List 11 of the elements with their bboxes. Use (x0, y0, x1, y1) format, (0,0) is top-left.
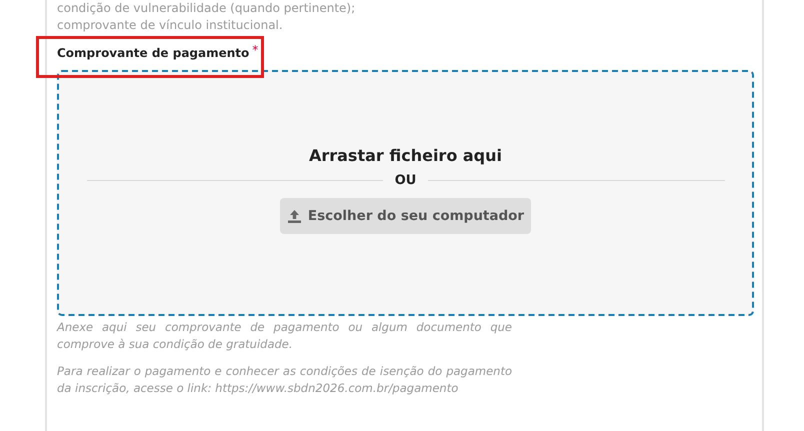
file-dropzone[interactable]: Arrastar ficheiro aqui OU Escolher do seu computador (57, 70, 754, 316)
help-text: Para realizar o pagamento e conhecer as condições de isenção do pagamento da inscrição, acesse o link: https://www.sbdn2026.com.br/pagamento (57, 363, 512, 397)
separator-label: OU (394, 173, 416, 188)
choose-file-button[interactable]: Escolher do seu computador (280, 198, 531, 234)
list-item: condição de vulnerabilidade (quando pertinente); (57, 0, 356, 17)
list-item: comprovante de vínculo institucional. (57, 17, 284, 34)
upload-icon (286, 208, 302, 224)
help-text: Anexe aqui seu comprovante de pagamento ou algum documento que comprove à sua condição de gratuidade. (57, 319, 512, 353)
field-label: Comprovante de pagamento (57, 45, 250, 62)
required-mark: * (252, 44, 258, 56)
dropzone-title: Arrastar ficheiro aqui (308, 146, 502, 165)
